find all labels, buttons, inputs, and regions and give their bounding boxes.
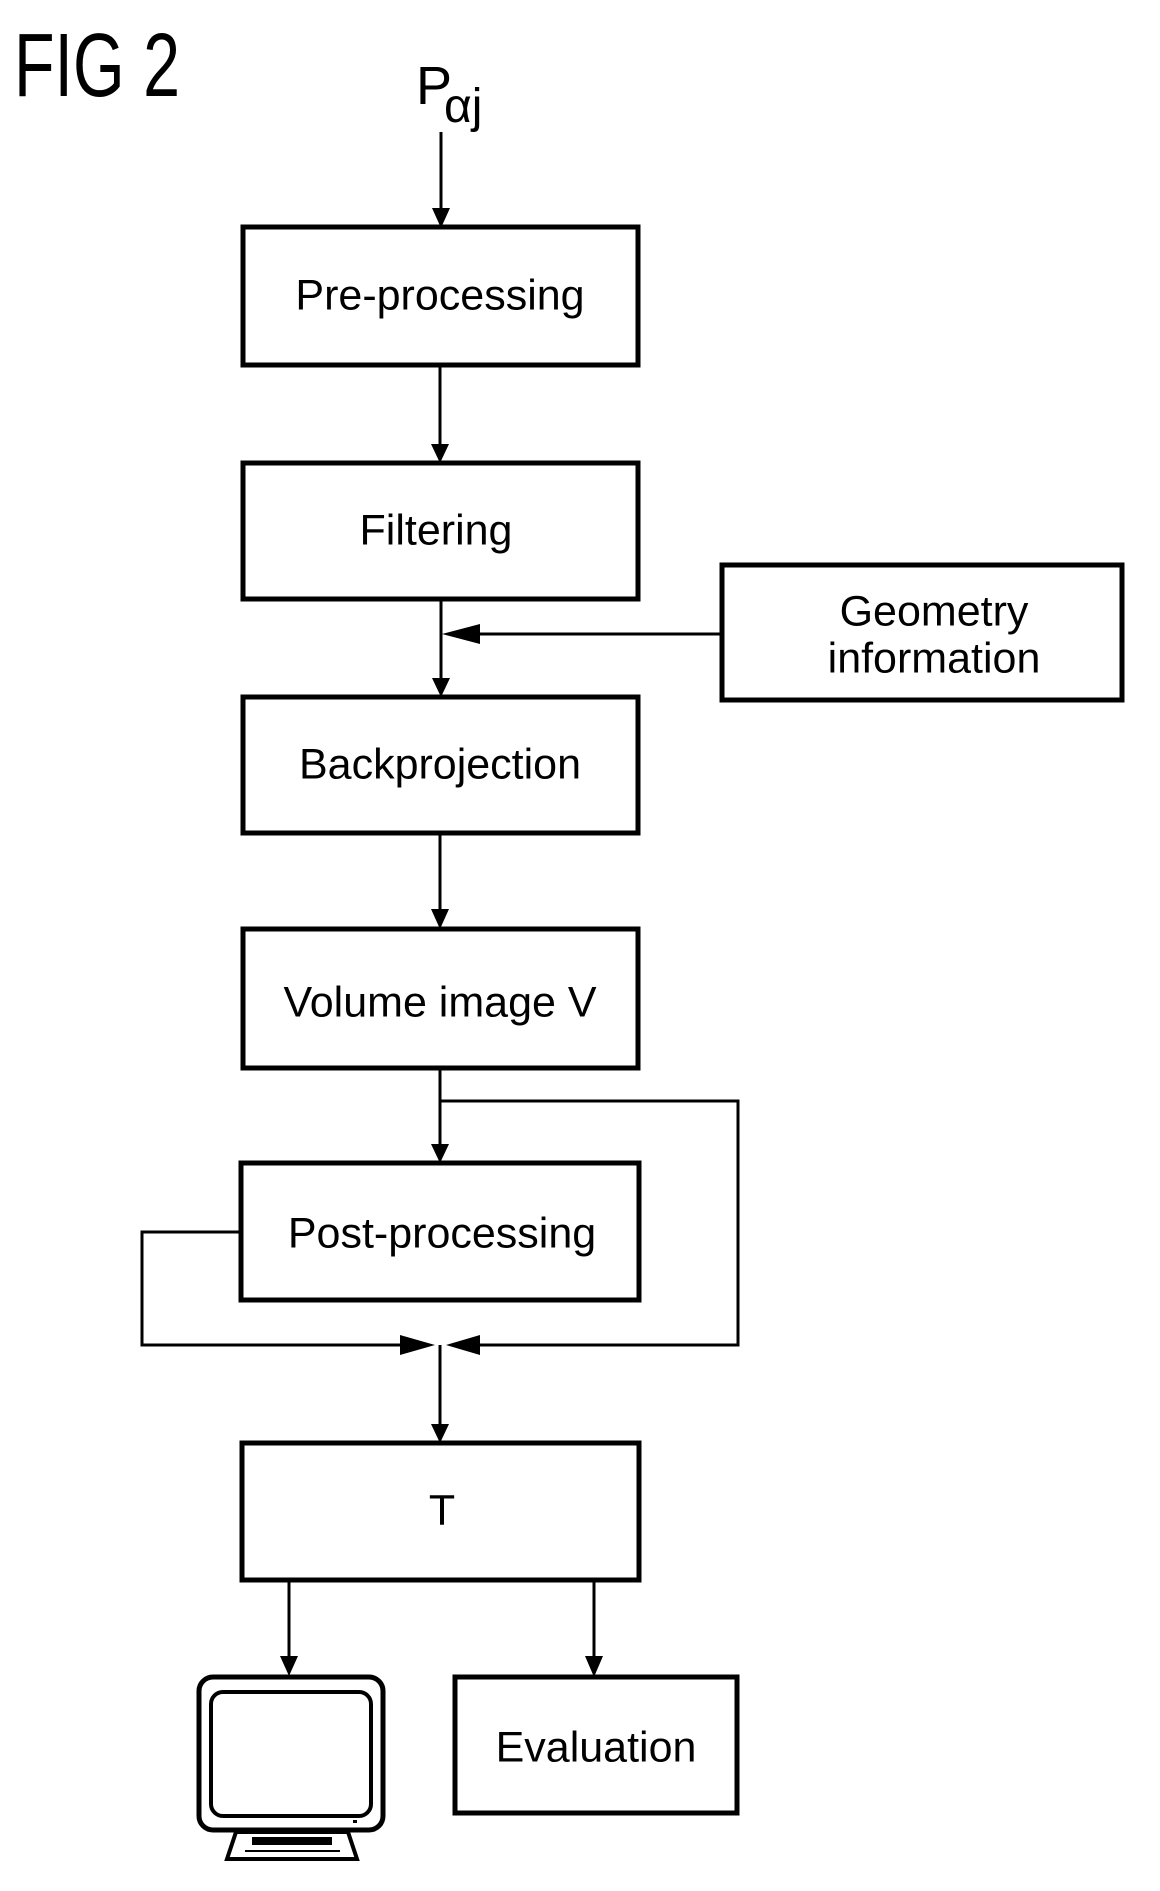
arrow-input-to-preprocessing [432,132,450,228]
t-label: T [429,1486,455,1534]
figure-title: FIG 2 [14,16,180,116]
preprocessing-box: Pre-processing [240,224,641,368]
t-box: T [239,1440,642,1583]
arrow-merge-to-t [431,1345,449,1443]
postprocessing-box: Post-processing [238,1160,642,1303]
arrow-backprojection-to-volume [431,833,449,929]
postprocessing-label: Post-processing [288,1209,596,1257]
arrow-t-to-evaluation [585,1580,603,1677]
backprojection-label: Backprojection [299,740,581,788]
evaluation-box: Evaluation [452,1674,740,1816]
arrow-geometry-to-main [442,624,722,644]
arrow-t-to-monitor [280,1580,298,1676]
arrow-preprocessing-to-filtering [431,365,449,463]
geometry-label-line1: Geometry [840,587,1029,635]
input-symbol-subscript: αj [444,80,482,133]
filtering-label: Filtering [360,506,513,554]
monitor-icon [196,1674,386,1861]
geometry-label-line2: information [828,634,1041,682]
preprocessing-label: Pre-processing [295,271,584,319]
geometry-information-box: Geometry information [719,562,1125,703]
evaluation-label: Evaluation [496,1723,697,1771]
input-symbol: P αj [416,56,482,133]
arrow-volume-to-postprocessing [431,1068,449,1163]
flowchart-diagram: FIG 2 P αj Pre-processing Filtering Geom… [14,16,1125,1861]
arrow-filtering-to-backprojection [432,599,450,697]
backprojection-box: Backprojection [240,694,641,836]
volume-image-label: Volume image V [283,978,596,1026]
filtering-box: Filtering [240,460,641,602]
volume-image-box: Volume image V [240,926,641,1071]
